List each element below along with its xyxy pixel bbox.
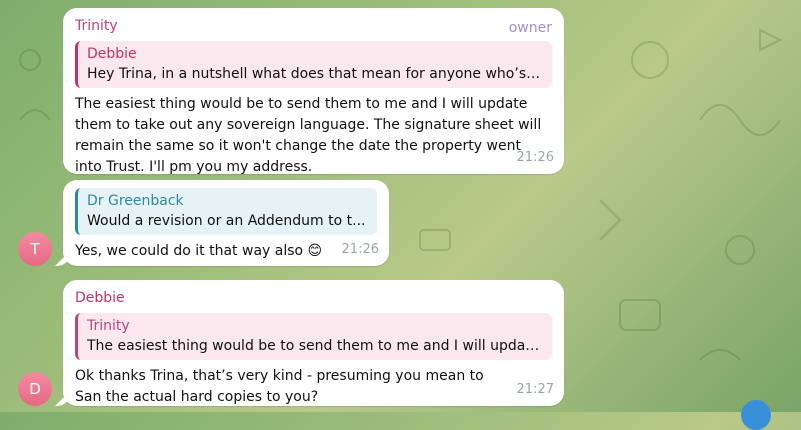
avatar[interactable]: D: [18, 372, 52, 406]
sender-name[interactable]: Trinity: [75, 16, 552, 37]
sender-name[interactable]: Debbie: [75, 288, 552, 309]
reply-sender-name: Trinity: [87, 318, 130, 334]
message-text: The easiest thing would be to send them …: [75, 96, 542, 175]
message-time: 21:26: [516, 150, 554, 165]
message-text: Yes, we could do it that way also: [75, 243, 304, 259]
message-bubble-trinity[interactable]: Trinity owner Debbie Hey Trina, in a nut…: [63, 8, 564, 175]
reply-quote[interactable]: Dr Greenback Would a revision or an Adde…: [75, 188, 377, 235]
message-time: 21:27: [516, 382, 554, 397]
message-bubble-trinity-reply[interactable]: Dr Greenback Would a revision or an Adde…: [63, 180, 389, 266]
message-bubble-debbie[interactable]: Debbie Trinity The easiest thing would b…: [63, 280, 564, 406]
reply-text: The easiest thing would be to send them …: [87, 338, 542, 354]
scroll-down-button[interactable]: [741, 400, 771, 430]
reply-quote[interactable]: Trinity The easiest thing would be to se…: [75, 313, 552, 360]
smiling-face-emoji-icon: 😊: [307, 243, 323, 259]
reply-sender-name: Debbie: [87, 46, 137, 62]
reply-quote[interactable]: Debbie Hey Trina, in a nutshell what doe…: [75, 41, 552, 88]
owner-badge: owner: [508, 20, 552, 36]
reply-sender-name: Dr Greenback: [87, 193, 184, 209]
message-text: Ok thanks Trina, that’s very kind - pres…: [75, 368, 484, 405]
message-time: 21:26: [341, 242, 379, 257]
message-text-row: Yes, we could do it that way also 😊: [75, 241, 377, 262]
reply-text: Would a revision or an Addendum to t...: [87, 213, 366, 229]
reply-text: Hey Trina, in a nutshell what does that …: [87, 66, 542, 82]
avatar[interactable]: T: [18, 232, 52, 266]
